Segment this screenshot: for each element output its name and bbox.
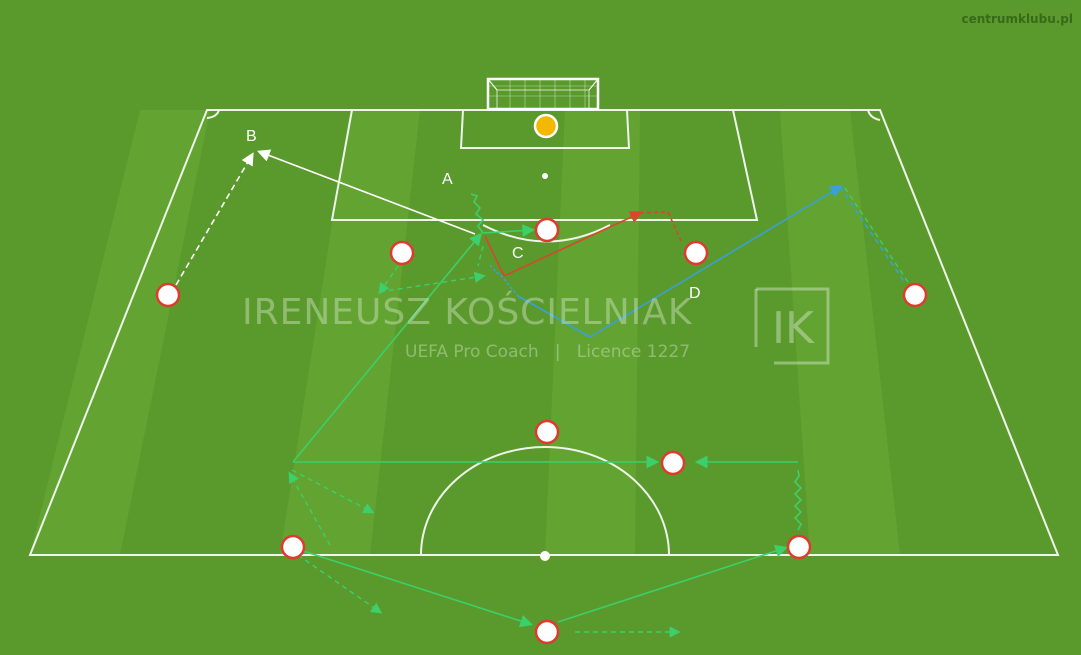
player-mid-right bbox=[660, 450, 686, 476]
player-goalkeeper bbox=[533, 113, 559, 139]
player-striker bbox=[534, 217, 560, 243]
player-wing-left bbox=[155, 282, 181, 308]
penalty-spot bbox=[542, 173, 548, 179]
logo-letters: IK bbox=[772, 303, 815, 354]
player-inside-right bbox=[683, 240, 709, 266]
drill-diagram: IRENEUSZ KOŚCIELNIAK UEFA Pro Coach | Li… bbox=[0, 0, 1081, 655]
label-D: D bbox=[689, 285, 701, 302]
site-credit: centrumklubu.pl bbox=[961, 12, 1073, 26]
player-mid-center bbox=[534, 419, 560, 445]
player-wing-right bbox=[902, 282, 928, 308]
watermark-subtitle: UEFA Pro Coach | Licence 1227 bbox=[405, 342, 691, 362]
label-A: A bbox=[442, 171, 453, 188]
coach-logo: IK bbox=[754, 287, 830, 365]
player-inside-left bbox=[389, 240, 415, 266]
player-cb-right bbox=[786, 534, 812, 560]
center-spot bbox=[540, 551, 550, 561]
player-cb-left bbox=[280, 534, 306, 560]
label-C: C bbox=[512, 245, 524, 262]
watermark-name: IRENEUSZ KOŚCIELNIAK bbox=[242, 292, 693, 333]
player-fullback-left bbox=[534, 619, 560, 645]
label-B: B bbox=[246, 128, 257, 145]
